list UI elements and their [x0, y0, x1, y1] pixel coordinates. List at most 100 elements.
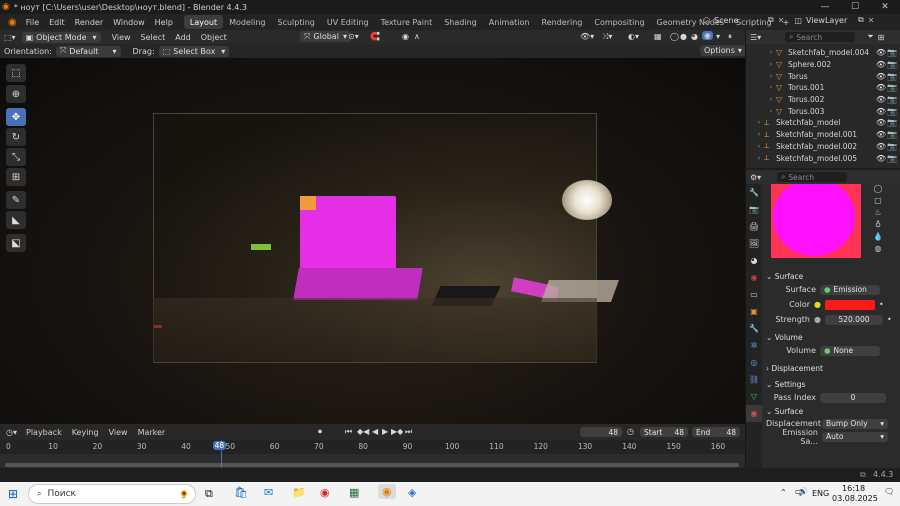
eye-icon[interactable]: 👁 — [876, 48, 886, 57]
store-app-icon[interactable]: 🛍 — [234, 486, 248, 499]
menu-window[interactable]: Window — [108, 14, 150, 30]
camera-icon[interactable]: 📷 — [887, 154, 897, 163]
outliner-item[interactable]: › ⟂ Sketchfab_model.001 👁 📷 — [746, 129, 900, 141]
expand-arrow-icon[interactable]: › — [766, 73, 776, 80]
chrome-app-icon[interactable]: ◉ — [320, 486, 330, 499]
camera-icon[interactable]: 📷 — [887, 130, 897, 139]
eye-icon[interactable]: 👁 — [876, 118, 886, 127]
overlays-icon[interactable]: ◐▾ — [628, 32, 639, 41]
timeline-scrollbar[interactable] — [5, 463, 739, 467]
timeline-type-icon[interactable]: ◷▾ — [6, 428, 17, 437]
displacement-section-header[interactable]: › Displacement — [766, 362, 898, 374]
scene-name[interactable]: Scene — [714, 16, 764, 25]
expand-arrow-icon[interactable]: › — [754, 143, 764, 150]
transform-orientation-select[interactable]: ⤧ Global ▾ — [300, 31, 351, 42]
end-frame-input[interactable]: End 48 — [692, 427, 740, 437]
timeline-menu-playback[interactable]: Playback — [21, 424, 67, 440]
menu-file[interactable]: File — [21, 14, 44, 30]
viewport-menu-object[interactable]: Object — [196, 29, 232, 45]
viewport-menu-select[interactable]: Select — [136, 29, 171, 45]
viewlayer-name[interactable]: ViewLayer — [806, 16, 854, 25]
clock-time[interactable]: 16:18 — [842, 484, 865, 493]
data-tab-icon[interactable]: ▽ — [746, 388, 762, 405]
expand-arrow-icon[interactable]: › — [766, 61, 776, 68]
scene-browse-icon[interactable]: ⧉ — [768, 15, 774, 25]
collection-tab-icon[interactable]: ▭ — [746, 286, 762, 303]
add-cube-tool[interactable]: ⬕ — [6, 234, 26, 252]
outliner-item[interactable]: › ▽ Sketchfab_model.004 👁 📷 — [746, 47, 900, 59]
measure-tool[interactable]: ◣ — [6, 211, 26, 229]
camera-icon[interactable]: 📷 — [887, 107, 897, 116]
workspace-tab-modeling[interactable]: Modeling — [223, 15, 271, 29]
menu-edit[interactable]: Edit — [44, 14, 70, 30]
camera-icon[interactable]: 📷 — [887, 60, 897, 69]
pause-render-icon[interactable]: ⏸ — [728, 32, 732, 42]
particles-tab-icon[interactable]: ✲ — [746, 337, 762, 354]
outliner-item[interactable]: › ⟂ Sketchfab_model.005 👁 📷 — [746, 152, 900, 164]
start-icon[interactable]: ⊞ — [8, 487, 18, 501]
scene-tab-icon[interactable]: ◕ — [746, 252, 762, 269]
camera-icon[interactable]: 📷 — [887, 72, 897, 81]
surface-shader-select[interactable]: ● Emission — [820, 284, 880, 295]
eye-icon[interactable]: 👁 — [876, 95, 886, 104]
language-indicator[interactable]: ENG — [812, 489, 829, 498]
timeline-ruler[interactable]: 0 10 20 30 40 50 60 70 80 90 100 110 120 130 140 150 160 — [0, 440, 745, 454]
clock-date[interactable]: 03.08.2025 — [832, 494, 878, 503]
world-tab-icon[interactable]: ◉ — [746, 269, 762, 286]
settings-section-header[interactable]: ⌄ Settings — [766, 378, 898, 390]
workspace-tab-uv-editing[interactable]: UV Editing — [321, 15, 375, 29]
outliner-item[interactable]: › ⟂ Sketchfab_model.002 👁 📷 — [746, 141, 900, 153]
preview-hair-icon[interactable]: ♁ — [875, 220, 881, 229]
outliner-item[interactable]: › ⟂ Sketchfab_model 👁 📷 — [746, 117, 900, 129]
blender-menu-icon[interactable]: ◉ — [4, 17, 21, 28]
shading-material-icon[interactable]: ◕ — [691, 32, 698, 41]
viewlayer-browse-icon[interactable]: ⧉ — [858, 15, 864, 25]
outliner-type-icon[interactable]: ☰▾ — [750, 33, 761, 42]
outlook-app-icon[interactable]: ✉ — [264, 486, 273, 499]
clock-icon[interactable]: ◷ — [627, 427, 634, 436]
camera-icon[interactable]: 📷 — [887, 142, 897, 151]
properties-type-icon[interactable]: ⚙▾ — [750, 173, 761, 182]
shading-rendered-icon[interactable]: ◉ — [702, 31, 713, 40]
camera-icon[interactable]: 📷 — [887, 118, 897, 127]
color-keyframe-dot[interactable]: • — [879, 300, 884, 309]
workspace-tab-animation[interactable]: Animation — [483, 15, 536, 29]
explorer-app-icon[interactable]: 📁 — [292, 486, 306, 499]
outliner-search-input[interactable]: ⌕ Search — [785, 32, 856, 42]
camera-icon[interactable]: 📷 — [887, 48, 897, 57]
excel-app-icon[interactable]: ▦ — [349, 486, 359, 499]
falloff-icon[interactable]: ∧ — [414, 32, 420, 41]
eye-icon[interactable]: 👁 — [876, 83, 886, 92]
workspace-tab-sculpting[interactable]: Sculpting — [272, 15, 321, 29]
workspace-tab-shading[interactable]: Shading — [438, 15, 483, 29]
eye-icon[interactable]: 👁 — [876, 60, 886, 69]
jump-end-icon[interactable]: ⏭ — [405, 427, 412, 437]
scale-tool[interactable]: ⤡ — [6, 148, 26, 166]
strength-input[interactable]: 520.000 — [824, 314, 883, 325]
viewlayer-icon[interactable]: ◫ — [794, 16, 802, 25]
current-frame-input[interactable]: 48 — [580, 427, 622, 437]
shading-wireframe-icon[interactable]: ◯ — [670, 32, 679, 41]
settings-surface-subheader[interactable]: ⌄ Surface — [766, 405, 898, 417]
annotate-tool[interactable]: ✎ — [6, 191, 26, 209]
preview-sphere-icon[interactable]: ◯ — [874, 184, 883, 193]
camera-icon[interactable]: 📷 — [887, 95, 897, 104]
prev-keyframe-icon[interactable]: ◆◀ — [357, 427, 369, 436]
viewlayer-close-icon[interactable]: ✕ — [868, 16, 875, 25]
maximize-button[interactable]: ☐ — [840, 0, 870, 14]
workspace-tab-texture-paint[interactable]: Texture Paint — [375, 15, 439, 29]
volume-shader-select[interactable]: ● None — [820, 345, 880, 356]
outliner-item[interactable]: › ▽ Torus.001 👁 📷 — [746, 82, 900, 94]
expand-arrow-icon[interactable]: › — [766, 96, 776, 103]
strength-keyframe-dot[interactable]: • — [887, 315, 892, 324]
pass-index-input[interactable]: 0 — [820, 392, 886, 403]
render-tab-icon[interactable]: 📷 — [746, 201, 762, 218]
new-collection-icon[interactable]: ⊞ — [878, 33, 885, 42]
eye-icon[interactable]: 👁 — [876, 72, 886, 81]
filter-icon[interactable]: ⏷ — [867, 32, 873, 42]
tray-chevron-icon[interactable]: ⌃ — [780, 488, 787, 497]
scene-icon[interactable]: ⬡ — [703, 16, 710, 25]
viewport-menu-add[interactable]: Add — [170, 29, 196, 45]
output-tab-icon[interactable]: 🖨 — [746, 218, 762, 235]
physics-tab-icon[interactable]: ◎ — [746, 354, 762, 371]
